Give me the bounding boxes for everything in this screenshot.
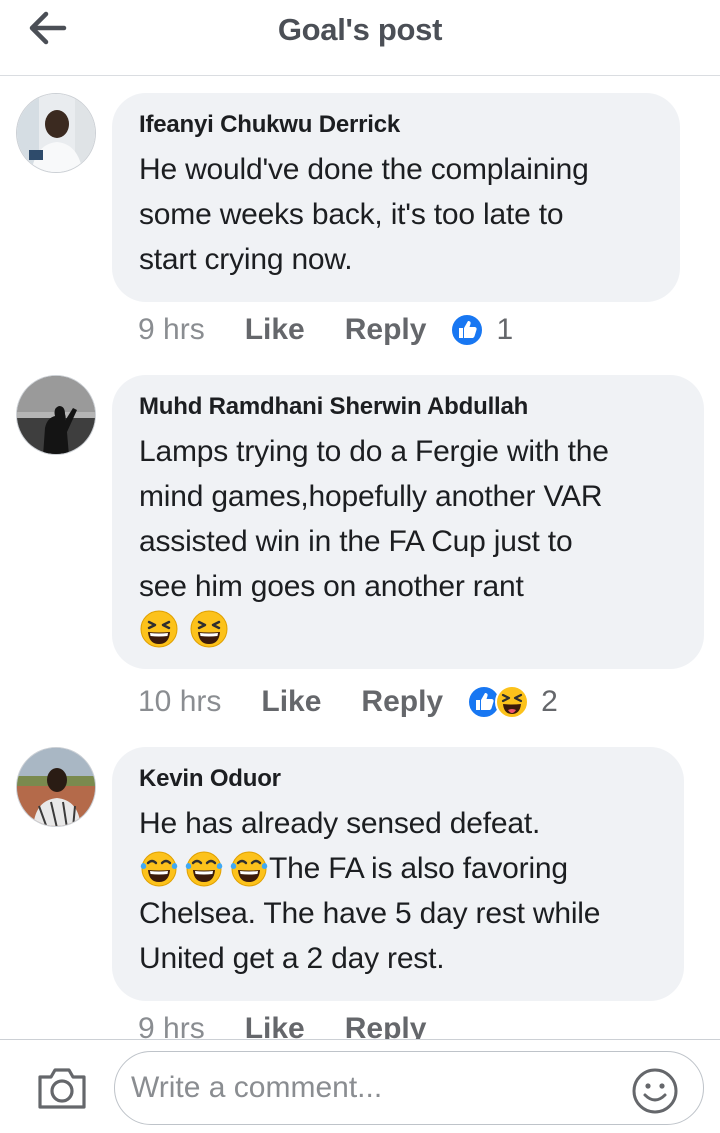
like-button[interactable]: Like	[261, 685, 321, 719]
comment-bubble: Muhd Ramdhani Sherwin Abdullah Lamps try…	[112, 375, 704, 669]
emoji-button[interactable]	[631, 1067, 679, 1115]
reactions-summary[interactable]: 2	[467, 685, 558, 719]
grinning-squinting-face-icon	[140, 610, 178, 648]
tears-of-joy-icon	[230, 851, 268, 886]
comment-author[interactable]: Muhd Ramdhani Sherwin Abdullah	[139, 393, 678, 421]
comment-line: The FA is also favoring	[269, 852, 568, 885]
comment-line: start crying now.	[139, 243, 353, 276]
comment-text: Lamps trying to do a Fergie with the min…	[139, 429, 678, 649]
grinning-squinting-face-icon	[190, 610, 228, 648]
comment-line: assisted win in the FA Cup just to	[139, 525, 573, 558]
comment-time[interactable]: 9 hrs	[138, 1012, 205, 1039]
comment-actions: 9 hrs Like Reply	[138, 1009, 426, 1039]
comment-author[interactable]: Kevin Oduor	[139, 765, 658, 793]
comment-actions: 9 hrs Like Reply 1	[138, 310, 513, 350]
comment-line: He would've done the complaining	[139, 153, 589, 186]
comment-line: Chelsea. The have 5 day rest while	[139, 897, 601, 930]
comment-line: United get a 2 day rest.	[139, 942, 445, 975]
top-bar: Goal's post	[0, 0, 720, 76]
avatar[interactable]	[16, 375, 96, 455]
comment-line: see him goes on another rant	[139, 570, 524, 603]
camera-icon	[38, 1068, 86, 1109]
reply-button[interactable]: Reply	[345, 1012, 427, 1039]
reaction-count: 1	[496, 313, 514, 346]
reactions-summary[interactable]: 1	[450, 313, 513, 347]
comment-composer	[0, 1039, 720, 1133]
comment-text: He would've done the complaining some we…	[139, 147, 654, 282]
page-title: Goal's post	[277, 12, 443, 47]
comment-author[interactable]: Ifeanyi Chukwu Derrick	[139, 111, 654, 139]
comment-time[interactable]: 10 hrs	[138, 685, 221, 719]
comment-input[interactable]	[114, 1051, 704, 1125]
comment-line: mind games,hopefully another VAR	[139, 480, 603, 513]
comment-feed[interactable]: Ifeanyi Chukwu Derrick He would've done …	[0, 77, 720, 1039]
avatar[interactable]	[16, 93, 96, 173]
like-button[interactable]: Like	[245, 1012, 305, 1039]
comment-text: He has already sensed defeat. The FA is …	[139, 801, 658, 981]
comment-bubble: Ifeanyi Chukwu Derrick He would've done …	[112, 93, 680, 302]
comment-line: Lamps trying to do a Fergie with the	[139, 435, 609, 468]
comment-actions: 10 hrs Like Reply 2	[138, 682, 558, 722]
haha-reaction-icon	[495, 685, 530, 719]
tears-of-joy-icon	[185, 851, 223, 886]
camera-button[interactable]	[36, 1065, 88, 1111]
like-button[interactable]: Like	[245, 313, 305, 347]
tears-of-joy-icon	[140, 851, 178, 886]
comment-time[interactable]: 9 hrs	[138, 313, 205, 347]
reaction-count: 2	[541, 685, 558, 718]
reply-button[interactable]: Reply	[361, 685, 443, 719]
like-reaction-icon	[450, 313, 485, 347]
avatar[interactable]	[16, 747, 96, 827]
emoji-row	[139, 609, 678, 649]
comment-line: some weeks back, it's too late to	[139, 198, 564, 231]
smiley-icon	[632, 1068, 678, 1114]
comment-line-with-emoji: The FA is also favoring	[139, 846, 658, 891]
reply-button[interactable]: Reply	[345, 313, 427, 347]
comment-bubble: Kevin Oduor He has already sensed defeat…	[112, 747, 684, 1001]
comment-line: He has already sensed defeat.	[139, 807, 541, 840]
